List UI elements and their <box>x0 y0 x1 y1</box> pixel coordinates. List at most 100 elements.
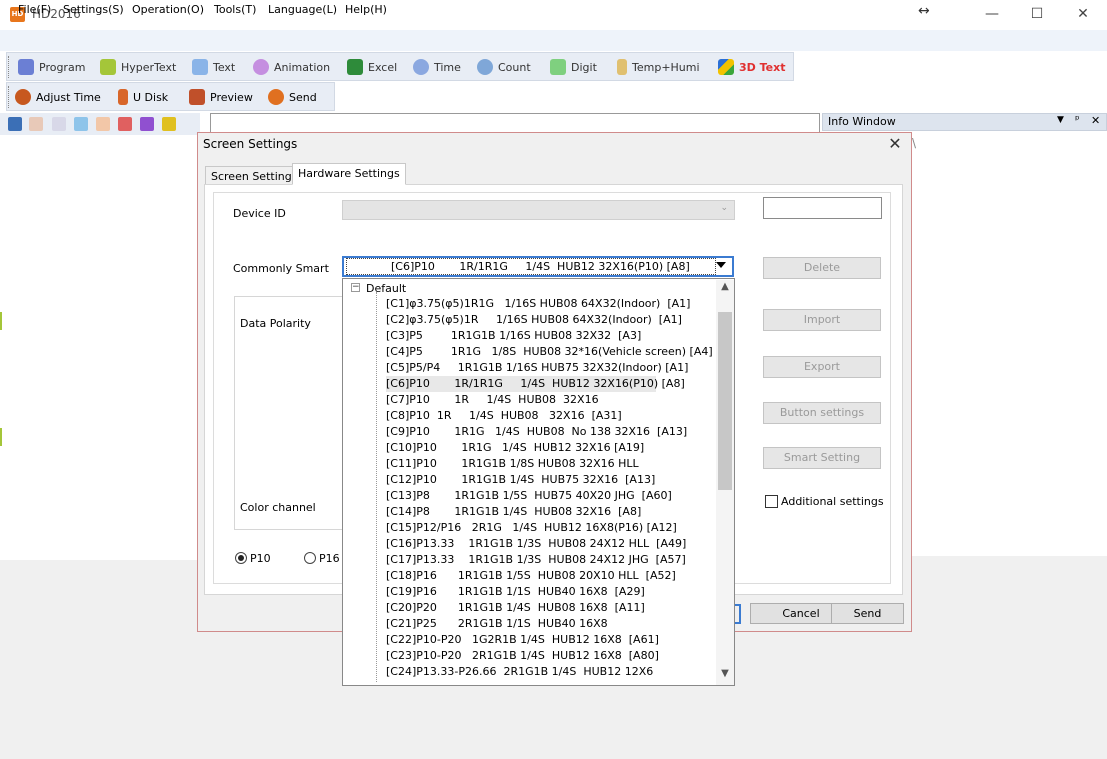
dropdown-item[interactable]: [C23]P10-P20 2R1G1B 1/4S HUB12 16X8 [A80… <box>386 648 716 664</box>
save-icon[interactable] <box>8 117 22 131</box>
dropdown-item[interactable]: [C13]P8 1R1G1B 1/5S HUB75 40X20 JHG [A60… <box>386 488 716 504</box>
color-channel-label: Color channel <box>240 501 316 514</box>
dropdown-item[interactable]: [C4]P5 1R1G 1/8S HUB08 32*16(Vehicle scr… <box>386 344 716 360</box>
digit-label: Digit <box>571 60 597 74</box>
dropdown-item[interactable]: [C2]φ3.75(φ5)1R 1/16S HUB08 64X32(Indoor… <box>386 312 716 328</box>
menu-file[interactable]: File(F) <box>18 3 51 16</box>
time-button[interactable]: Time <box>413 53 461 81</box>
move-down-icon[interactable] <box>96 117 110 131</box>
menu-tools[interactable]: Tools(T) <box>214 3 256 16</box>
dropdown-item[interactable]: [C17]P13.33 1R1G1B 1/3S HUB08 24X12 JHG … <box>386 552 716 568</box>
device-id-label: Device ID <box>233 207 286 220</box>
search-icon[interactable] <box>162 117 176 131</box>
move-up-icon[interactable] <box>74 117 88 131</box>
adjust-time-button[interactable]: Adjust Time <box>15 83 101 111</box>
dropdown-item[interactable]: [C9]P10 1R1G 1/4S HUB08 No 138 32X16 [A1… <box>386 424 716 440</box>
chevron-down-icon: ⌄ <box>720 203 728 213</box>
program-button[interactable]: Program <box>18 53 85 81</box>
dropdown-item[interactable]: [C19]P16 1R1G1B 1/1S HUB40 16X8 [A29] <box>386 584 716 600</box>
dropdown-item[interactable]: [C22]P10-P20 1G2R1B 1/4S HUB12 16X8 [A61… <box>386 632 716 648</box>
counter-icon <box>477 59 493 75</box>
dropdown-item[interactable]: [C10]P10 1R1G 1/4S HUB12 32X16 [A19] <box>386 440 716 456</box>
u-disk-button[interactable]: U Disk <box>118 83 168 111</box>
program-tree-panel <box>0 136 200 560</box>
adjust-time-icon <box>15 89 31 105</box>
smart-setting-button: Smart Setting <box>763 447 881 469</box>
toolbar-grip[interactable] <box>8 56 11 78</box>
hypertext-button[interactable]: HyperText <box>100 53 176 81</box>
scroll-thumb[interactable] <box>718 312 732 490</box>
paste-icon[interactable] <box>52 117 66 131</box>
dropdown-item[interactable]: [C16]P13.33 1R1G1B 1/3S HUB08 24X12 HLL … <box>386 536 716 552</box>
info-close-icon[interactable]: ✕ <box>1091 114 1100 127</box>
excel-button[interactable]: Excel <box>347 53 397 81</box>
resize-cursor-icon: ↔ <box>918 3 930 19</box>
dropdown-item[interactable]: [C20]P20 1R1G1B 1/4S HUB08 16X8 [A11] <box>386 600 716 616</box>
scroll-down-icon[interactable]: ▼ <box>716 668 734 684</box>
temp-humi-button[interactable]: Temp+Humi <box>617 53 700 81</box>
tree-collapse-icon[interactable]: − <box>351 283 360 292</box>
dropdown-item[interactable]: [C5]P5/P4 1R1G1B 1/16S HUB75 32X32(Indoo… <box>386 360 716 376</box>
program-icon <box>18 59 34 75</box>
close-window-button[interactable]: ✕ <box>1068 2 1098 26</box>
text-label: Text <box>213 60 236 74</box>
dropdown-item[interactable]: [C24]P13.33-P26.66 2R1G1B 1/4S HUB12 12X… <box>386 664 716 680</box>
polarity-groupbox <box>234 296 344 530</box>
dropdown-list: [C1]φ3.75(φ5)1R1G 1/16S HUB08 64X32(Indo… <box>386 296 716 680</box>
dropdown-item[interactable]: [C11]P10 1R1G1B 1/8S HUB08 32X16 HLL <box>386 456 716 472</box>
p16-label: P16 <box>319 552 340 565</box>
pin-icon[interactable]: ᵖ <box>1075 113 1080 126</box>
dropdown-item[interactable]: [C15]P12/P16 2R1G 1/4S HUB12 16X8(P16) [… <box>386 520 716 536</box>
camera-icon <box>189 89 205 105</box>
text-button[interactable]: Text <box>192 53 235 81</box>
additional-settings-checkbox[interactable] <box>765 495 778 508</box>
combo-arrow-icon[interactable] <box>716 262 726 268</box>
minimize-button[interactable]: — <box>977 2 1007 26</box>
dropdown-item[interactable]: [C14]P8 1R1G1B 1/4S HUB08 32X16 [A8] <box>386 504 716 520</box>
cube-icon <box>718 59 734 75</box>
send-button[interactable]: Send <box>831 603 904 624</box>
check-icon[interactable] <box>140 117 154 131</box>
maximize-button[interactable]: ☐ <box>1022 2 1052 26</box>
copy-icon[interactable] <box>29 117 43 131</box>
count-button[interactable]: Count <box>477 53 531 81</box>
menu-help[interactable]: Help(H) <box>345 3 387 16</box>
send-toolbar-label: Send <box>289 90 317 104</box>
scroll-up-icon[interactable]: ▲ <box>716 281 734 297</box>
menu-settings[interactable]: Settings(S) <box>63 3 124 16</box>
tab-screen-settings[interactable]: Screen Settings <box>205 166 304 186</box>
dropdown-item[interactable]: [C12]P10 1R1G1B 1/4S HUB75 32X16 [A13] <box>386 472 716 488</box>
menu-operation[interactable]: Operation(O) <box>132 3 204 16</box>
button-settings-button: Button settings <box>763 402 881 424</box>
tab-hardware-settings[interactable]: Hardware Settings <box>292 163 406 185</box>
delete-icon[interactable] <box>118 117 132 131</box>
tree-root-default[interactable]: Default <box>366 282 406 295</box>
dropdown-item[interactable]: [C6]P10 1R/1R1G 1/4S HUB12 32X16(P10) [A… <box>386 376 685 392</box>
device-id-select: ⌄ <box>342 200 735 220</box>
editor-area[interactable] <box>210 113 820 133</box>
info-dropdown-icon[interactable]: ▼ <box>1057 115 1064 125</box>
ok-button-edge[interactable] <box>734 604 741 624</box>
send-toolbar-button[interactable]: Send <box>268 83 317 111</box>
dropdown-item[interactable]: [C18]P16 1R1G1B 1/5S HUB08 20X10 HLL [A5… <box>386 568 716 584</box>
hypertext-label: HyperText <box>121 60 177 74</box>
digit-button[interactable]: Digit <box>550 53 597 81</box>
temp-humi-label: Temp+Humi <box>632 60 700 74</box>
p10-radio[interactable] <box>235 552 247 564</box>
device-id-field[interactable] <box>763 197 882 219</box>
count-label: Count <box>498 60 531 74</box>
toolbar-grip-2[interactable] <box>8 86 11 108</box>
text-icon <box>192 59 208 75</box>
dropdown-item[interactable]: [C7]P10 1R 1/4S HUB08 32X16 <box>386 392 716 408</box>
preview-button[interactable]: Preview <box>189 83 253 111</box>
dropdown-item[interactable]: [C1]φ3.75(φ5)1R1G 1/16S HUB08 64X32(Indo… <box>386 296 716 312</box>
dialog-close-button[interactable]: ✕ <box>885 134 905 154</box>
commonly-smart-value: [C6]P10 1R/1R1G 1/4S HUB12 32X16(P10) [A… <box>346 258 716 275</box>
menu-language[interactable]: Language(L) <box>268 3 337 16</box>
p16-radio[interactable] <box>304 552 316 564</box>
3d-text-button[interactable]: 3D Text <box>718 53 785 81</box>
animation-button[interactable]: Animation <box>253 53 330 81</box>
dropdown-item[interactable]: [C21]P25 2R1G1B 1/1S HUB40 16X8 <box>386 616 716 632</box>
dropdown-item[interactable]: [C8]P10 1R 1/4S HUB08 32X16 [A31] <box>386 408 716 424</box>
dropdown-item[interactable]: [C3]P5 1R1G1B 1/16S HUB08 32X32 [A3] <box>386 328 716 344</box>
